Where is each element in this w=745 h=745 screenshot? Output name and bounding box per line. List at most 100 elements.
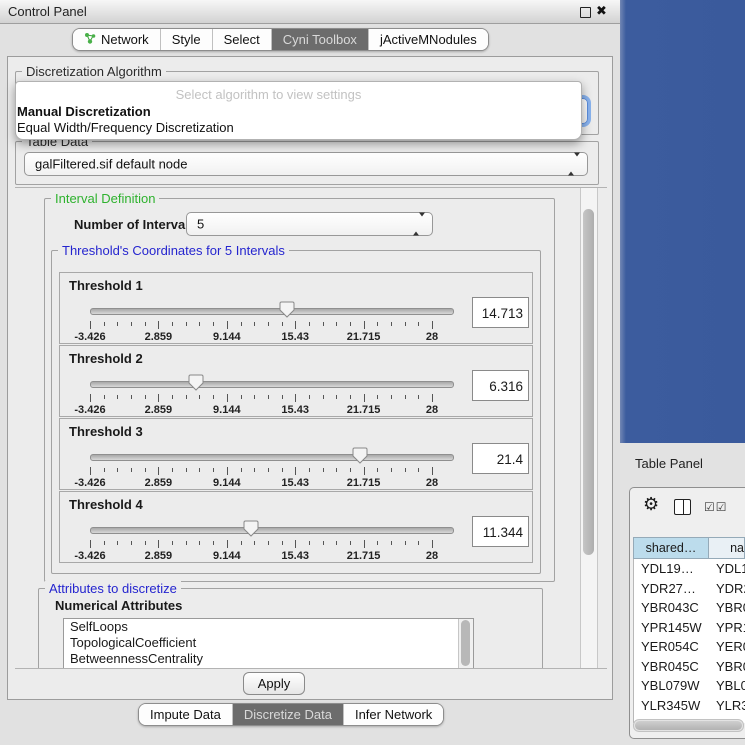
table-row[interactable]: YBL079WYBL0: [634, 676, 745, 696]
threshold-2-slider[interactable]: -3.4262.8599.14415.4321.71528: [90, 368, 452, 414]
cell-shared-name: YBR043C: [634, 598, 710, 618]
thresholds-group-title: Threshold's Coordinates for 5 Intervals: [58, 243, 289, 258]
column-header-name[interactable]: na: [709, 537, 745, 559]
tick-label: 28: [426, 550, 438, 562]
table-row[interactable]: YDL19…YDL1: [634, 559, 745, 579]
number-of-intervals-label: Number of Intervals: [74, 217, 196, 232]
tab-label: Infer Network: [355, 704, 432, 725]
scrollbar-thumb[interactable]: [583, 209, 594, 555]
spinner-arrows-icon: [568, 157, 580, 172]
tick-label: 28: [426, 477, 438, 489]
threshold-label: Threshold 4: [69, 497, 143, 512]
gear-icon[interactable]: ⚙: [643, 494, 659, 515]
bottom-tab-infer-network[interactable]: Infer Network: [343, 704, 443, 725]
algorithm-dropdown-popup: Select algorithm to view settings Manual…: [15, 81, 582, 140]
tab-label: Select: [224, 29, 260, 50]
slider-tick-labels: -3.4262.8599.14415.4321.71528: [90, 404, 452, 416]
table-row[interactable]: YBR045CYBR0: [634, 657, 745, 677]
tab-jactivemnodules[interactable]: jActiveMNodules: [368, 29, 488, 50]
tick-label: 21.715: [347, 477, 381, 489]
control-panel-title: Control Panel: [8, 4, 87, 19]
slider-thumb[interactable]: [279, 301, 295, 318]
tab-style[interactable]: Style: [160, 29, 212, 50]
slider-tick-labels: -3.4262.8599.14415.4321.71528: [90, 550, 452, 562]
table-row[interactable]: YBR043CYBR0: [634, 598, 745, 618]
threshold-panel-1: Threshold 1-3.4262.8599.14415.4321.71528…: [59, 272, 533, 344]
tab-label: Network: [101, 29, 149, 50]
tab-cyni-toolbox[interactable]: Cyni Toolbox: [271, 29, 368, 50]
tick-label: 2.859: [145, 477, 173, 489]
network-tab-icon: [84, 32, 96, 44]
cell-shared-name: YDR27…: [634, 579, 710, 599]
tick-label: -3.426: [74, 404, 105, 416]
number-of-intervals-spinner[interactable]: 5: [186, 212, 433, 236]
settings-scrollpane: Interval Definition Number of Intervals …: [15, 187, 607, 669]
threshold-panel-3: Threshold 3-3.4262.8599.14415.4321.71528…: [59, 418, 533, 490]
cell-shared-name: YBR045C: [634, 657, 710, 677]
tick-label: 15.43: [281, 550, 309, 562]
attribute-item[interactable]: BetweennessCentrality: [64, 651, 473, 667]
threshold-4-slider[interactable]: -3.4262.8599.14415.4321.71528: [90, 514, 452, 560]
threshold-3-value-field[interactable]: 21.4: [472, 443, 529, 474]
table-data-combobox[interactable]: galFiltered.sif default node: [24, 152, 588, 176]
float-panel-icon[interactable]: [580, 7, 591, 18]
close-panel-icon[interactable]: ✖: [596, 3, 607, 19]
bottom-tab-impute-data[interactable]: Impute Data: [139, 704, 232, 725]
algorithm-dropdown-hint: Select algorithm to view settings: [16, 87, 581, 102]
tab-select[interactable]: Select: [212, 29, 271, 50]
tab-network[interactable]: Network: [73, 29, 160, 50]
tick-label: -3.426: [74, 550, 105, 562]
threshold-2-value-field[interactable]: 6.316: [472, 370, 529, 401]
settings-vertical-scrollbar[interactable]: [580, 188, 598, 668]
table-row[interactable]: YER054CYER0: [634, 637, 745, 657]
apply-button[interactable]: Apply: [243, 672, 305, 695]
cell-shared-name: YER054C: [634, 637, 710, 657]
table-rows: YDL19…YDL1YDR27…YDR2YBR043CYBR0YPR145WYP…: [633, 559, 745, 723]
threshold-label: Threshold 2: [69, 351, 143, 366]
cell-name: YDL1: [710, 559, 745, 579]
checkbox-icons[interactable]: ☑☑: [704, 500, 728, 514]
split-view-icon[interactable]: [674, 499, 691, 515]
cell-name: YLR3: [710, 696, 745, 716]
cell-name: YDR2: [710, 579, 745, 599]
algorithm-option-manual[interactable]: Manual Discretization: [17, 104, 151, 119]
cell-name: YBL0: [710, 676, 745, 696]
slider-thumb[interactable]: [243, 520, 259, 537]
table-horizontal-scrollbar[interactable]: [633, 719, 744, 732]
threshold-label: Threshold 3: [69, 424, 143, 439]
tick-label: 9.144: [213, 331, 241, 343]
table-data-group: Table Data galFiltered.sif default node: [15, 141, 599, 185]
threshold-4-value-field[interactable]: 11.344: [472, 516, 529, 547]
threshold-1-slider[interactable]: -3.4262.8599.14415.4321.71528: [90, 295, 452, 341]
slider-ticks: [90, 540, 452, 549]
threshold-3-slider[interactable]: -3.4262.8599.14415.4321.71528: [90, 441, 452, 487]
tab-label: Style: [172, 29, 201, 50]
table-row[interactable]: YDR27…YDR2: [634, 579, 745, 599]
control-panel-titlebar: Control Panel ✖: [0, 0, 620, 24]
slider-track: [90, 381, 454, 388]
attribute-item[interactable]: TopologicalCoefficient: [64, 635, 473, 651]
cell-shared-name: YPR145W: [634, 618, 710, 638]
bottom-tab-discretize-data[interactable]: Discretize Data: [232, 704, 343, 725]
table-row[interactable]: YPR145WYPR1: [634, 618, 745, 638]
tick-label: 2.859: [145, 331, 173, 343]
tick-label: 2.859: [145, 404, 173, 416]
slider-thumb[interactable]: [188, 374, 204, 391]
threshold-panel-4: Threshold 4 -3.4262.8599.14415.4321.71528…: [59, 491, 533, 563]
algorithm-option-equal-width[interactable]: Equal Width/Frequency Discretization: [17, 120, 234, 135]
tab-label: jActiveMNodules: [380, 29, 477, 50]
tick-label: 2.859: [145, 550, 173, 562]
attributes-list-scrollbar[interactable]: [458, 619, 473, 669]
table-header-row: shared… na: [633, 537, 745, 559]
numerical-attributes-list[interactable]: SelfLoopsTopologicalCoefficientBetweenne…: [63, 618, 474, 669]
tick-label: 15.43: [281, 477, 309, 489]
table-panel-title: Table Panel: [635, 456, 703, 471]
slider-track: [90, 454, 454, 461]
slider-thumb[interactable]: [352, 447, 368, 464]
table-panel: Table Panel ⚙ ☑☑ shared… na YDL19…YDL1YD…: [620, 443, 745, 745]
table-row[interactable]: YLR345WYLR3: [634, 696, 745, 716]
column-header-shared-name[interactable]: shared…: [633, 537, 709, 559]
threshold-1-value-field[interactable]: 14.713: [472, 297, 529, 328]
attribute-item[interactable]: SelfLoops: [64, 619, 473, 635]
tick-label: 28: [426, 404, 438, 416]
